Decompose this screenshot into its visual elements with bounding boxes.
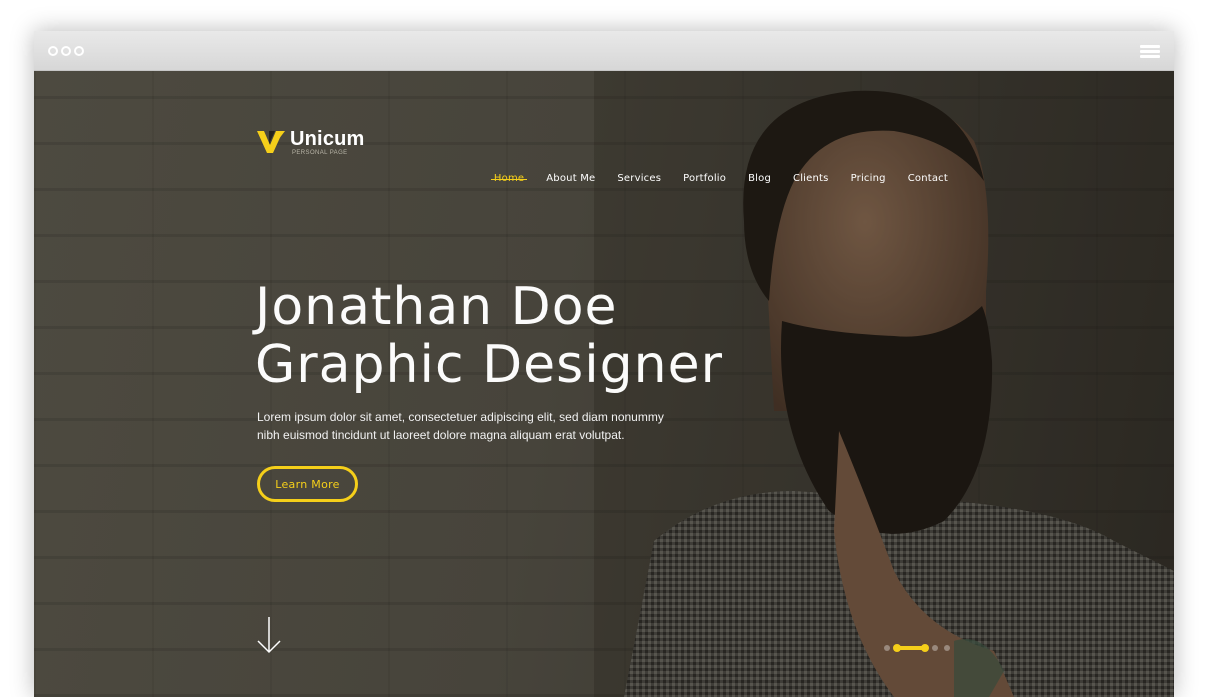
slider-dot[interactable] [884, 645, 890, 651]
logo-tagline: PERSONAL PAGE [292, 150, 348, 156]
slider-dot[interactable] [932, 645, 938, 651]
browser-window: Unicum PERSONAL PAGE Home About Me Servi… [34, 31, 1174, 697]
hero-intro-text: Lorem ipsum dolor sit amet, consectetuer… [257, 410, 664, 442]
nav-item-pricing[interactable]: Pricing [851, 173, 886, 184]
hero-headline: Jonathan Doe Graphic Designer [255, 278, 723, 394]
hero-section: Unicum PERSONAL PAGE Home About Me Servi… [34, 71, 1174, 697]
logo-mark-icon [257, 131, 285, 153]
nav-item-about-me[interactable]: About Me [546, 173, 595, 184]
window-dots-icon[interactable] [48, 46, 84, 56]
nav-item-home[interactable]: Home [490, 173, 528, 184]
slider-dot[interactable] [944, 645, 950, 651]
site-logo[interactable]: Unicum PERSONAL PAGE [256, 129, 365, 157]
arrow-down-icon[interactable] [257, 616, 281, 654]
hero-title-name: Jonathan Doe [255, 277, 618, 337]
hamburger-menu-icon[interactable] [1140, 45, 1160, 58]
logo-name: Unicum [290, 128, 365, 150]
slider-dot-active[interactable] [893, 644, 929, 652]
learn-more-button[interactable]: Learn More [257, 466, 358, 502]
slider-pagination [884, 644, 950, 652]
nav-item-services[interactable]: Services [617, 173, 661, 184]
main-nav: Home About Me Services Portfolio Blog Cl… [490, 173, 948, 184]
window-dot[interactable] [48, 46, 58, 56]
browser-toolbar [34, 31, 1174, 71]
hero-title-role: Graphic Designer [255, 335, 723, 395]
nav-item-blog[interactable]: Blog [748, 173, 771, 184]
nav-item-portfolio[interactable]: Portfolio [683, 173, 726, 184]
nav-item-contact[interactable]: Contact [908, 173, 948, 184]
nav-item-clients[interactable]: Clients [793, 173, 829, 184]
window-dot[interactable] [61, 46, 71, 56]
window-dot[interactable] [74, 46, 84, 56]
